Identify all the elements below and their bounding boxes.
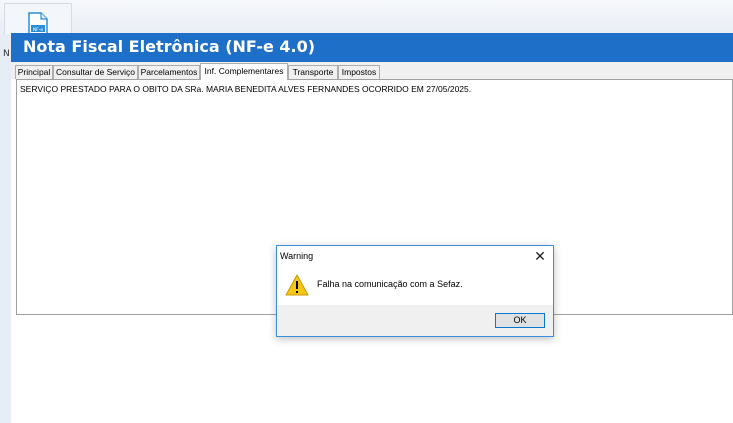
dialog-title: Warning <box>280 251 314 261</box>
title-bar: Nota Fiscal Eletrônica (NF-e 4.0) <box>11 33 733 62</box>
warning-icon <box>285 274 309 296</box>
parent-toolbar: NF-e <box>0 0 733 36</box>
close-icon[interactable]: ✕ <box>531 248 549 264</box>
parent-left-label: N <box>3 49 10 59</box>
nfe-launcher-button[interactable]: NF-e <box>4 3 72 36</box>
window-title: Nota Fiscal Eletrônica (NF-e 4.0) <box>23 37 316 56</box>
tab-inf-complementares[interactable]: Inf. Complementares <box>200 63 288 80</box>
ok-button[interactable]: OK <box>495 313 545 328</box>
nfe-window: Nota Fiscal Eletrônica (NF-e 4.0) Princi… <box>11 33 733 423</box>
dialog-message: Falha na comunicação com a Sefaz. <box>317 279 463 289</box>
tab-strip: Principal Consultar de Serviço Parcelame… <box>11 62 733 80</box>
warning-dialog: Warning ✕ Falha na comunicação com a Sef… <box>276 245 554 337</box>
nfe-icon-caption: NF-e <box>33 27 44 33</box>
tab-consultar-de-servico[interactable]: Consultar de Serviço <box>53 65 138 79</box>
memo-text: SERVIÇO PRESTADO PARA O OBITO DA SRa. MA… <box>20 84 472 94</box>
tab-transporte[interactable]: Transporte <box>288 65 338 79</box>
tab-principal[interactable]: Principal <box>15 65 53 79</box>
tab-parcelamentos[interactable]: Parcelamentos <box>138 65 200 79</box>
tab-impostos[interactable]: Impostos <box>338 65 380 79</box>
dialog-footer: OK <box>277 305 553 336</box>
